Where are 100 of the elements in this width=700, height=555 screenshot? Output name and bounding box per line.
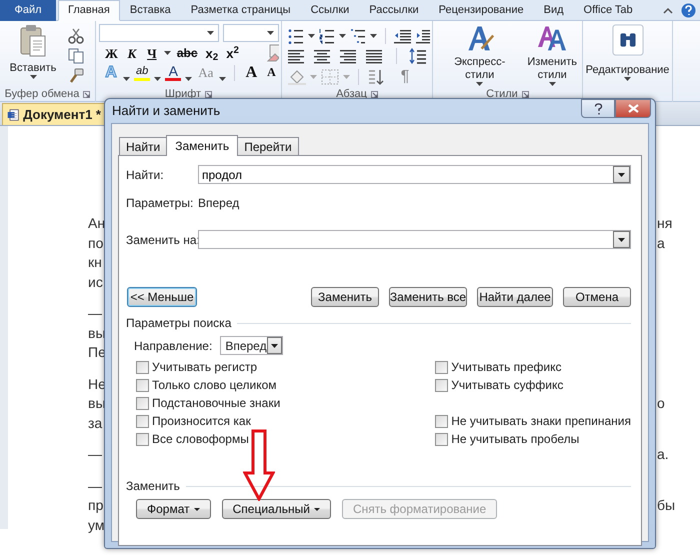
align-left-icon[interactable] <box>288 48 306 64</box>
checkbox[interactable] <box>435 414 448 428</box>
group-label: Абзац <box>336 87 367 102</box>
replace-field[interactable] <box>198 230 631 249</box>
checkbox[interactable] <box>435 432 448 446</box>
dialog-tab[interactable]: Заменить <box>166 135 238 156</box>
direction-select[interactable]: Вперед <box>220 336 284 355</box>
checkbox[interactable] <box>136 432 149 446</box>
document-text: — <box>88 305 102 321</box>
caret-icon <box>30 75 36 79</box>
dialog-tab[interactable]: Перейти <box>237 137 299 155</box>
document-text: бы <box>657 497 676 513</box>
document-text: — <box>88 446 102 462</box>
collapse-ribbon-icon[interactable] <box>663 7 673 14</box>
help-button[interactable] <box>581 99 615 118</box>
numbered-list-icon[interactable] <box>319 28 335 44</box>
dialog-button[interactable]: Найти далее <box>477 287 553 307</box>
ribbon-tab[interactable]: Разметка страницы <box>180 0 301 21</box>
caret-icon <box>310 74 317 78</box>
paste-button[interactable]: Вставить <box>2 24 64 87</box>
dialog-button[interactable]: Заменить <box>311 287 379 307</box>
caret-icon <box>476 82 484 86</box>
caret-icon <box>185 77 192 81</box>
styles-button[interactable]: Экспресс-стили <box>438 24 522 87</box>
caret-icon <box>308 34 315 38</box>
document-text: за <box>88 414 102 430</box>
bullet-list-icon[interactable] <box>288 28 304 44</box>
dropdown-arrow-icon <box>270 344 278 348</box>
format-button[interactable]: Ч <box>144 44 160 62</box>
dialog-launcher-icon[interactable] <box>522 91 529 98</box>
increase-indent-icon[interactable] <box>416 28 430 44</box>
paste-icon <box>19 24 47 58</box>
ribbon-tab[interactable]: Файл <box>0 0 56 21</box>
format-button[interactable]: Ж <box>103 44 120 62</box>
font-size-field[interactable] <box>223 24 279 42</box>
checkbox[interactable] <box>136 396 149 410</box>
checkbox[interactable] <box>136 360 149 374</box>
copy-icon[interactable] <box>68 48 84 64</box>
font-effect-button[interactable]: ab <box>134 65 150 81</box>
ribbon-tab[interactable]: Рецензирование <box>428 0 534 21</box>
decrease-indent-icon[interactable] <box>394 28 412 44</box>
dialog-launcher-icon[interactable] <box>370 91 378 98</box>
document-text: ум <box>88 516 104 532</box>
dropdown-button[interactable] <box>613 166 630 183</box>
dropdown-button[interactable] <box>613 231 630 248</box>
line-spacing-icon[interactable] <box>409 48 427 64</box>
checkbox[interactable] <box>136 378 149 392</box>
document-text: ис <box>88 274 103 290</box>
align-right-icon[interactable] <box>340 48 358 64</box>
checkbox[interactable] <box>435 378 448 392</box>
dropdown-arrow-icon <box>618 172 625 176</box>
caret-icon <box>207 31 214 35</box>
close-icon <box>628 104 638 113</box>
justify-icon[interactable] <box>366 48 384 64</box>
dialog-button[interactable]: Отмена <box>563 287 631 307</box>
document-text: а. <box>657 446 669 462</box>
align-center-icon[interactable] <box>314 48 332 64</box>
dialog-tab[interactable]: Найти <box>119 137 168 155</box>
close-button[interactable] <box>615 99 651 118</box>
ribbon-tab[interactable]: Office Tab <box>574 0 643 21</box>
dialog-button[interactable]: Специальный <box>222 499 331 519</box>
font-effect-button[interactable]: A <box>165 65 182 81</box>
find-field[interactable]: продол <box>198 165 631 184</box>
format-button[interactable]: К <box>124 44 140 62</box>
section-title: Заменить <box>126 478 180 495</box>
document-text: Ан <box>88 215 106 231</box>
editing-button[interactable]: Редактирование <box>585 24 670 87</box>
dropdown-button[interactable] <box>266 337 282 354</box>
checkbox[interactable] <box>136 414 149 428</box>
dialog-button[interactable]: Заменить все <box>389 287 467 307</box>
format-button[interactable]: abc <box>174 44 200 62</box>
help-icon[interactable] <box>681 3 696 18</box>
ribbon-tab[interactable]: Ссылки <box>300 0 360 21</box>
document-tab[interactable]: Документ1 * <box>2 103 106 125</box>
ribbon-tab[interactable]: Рассылки <box>359 0 429 21</box>
dialog-launcher-icon[interactable] <box>205 91 212 98</box>
checkbox[interactable] <box>435 360 448 374</box>
cut-icon[interactable] <box>68 28 84 44</box>
shading-icon[interactable] <box>288 68 306 84</box>
dialog-button[interactable]: Формат <box>136 499 211 519</box>
font-effect-button[interactable]: A <box>263 64 279 81</box>
caret-icon <box>219 77 226 81</box>
dialog-button[interactable]: << Меньше <box>127 287 197 307</box>
caret-icon <box>154 77 162 81</box>
checkbox-label: Не учитывать знаки препинания <box>451 413 631 430</box>
group-label: Буфер обмена <box>4 87 80 102</box>
format-painter-icon[interactable] <box>68 68 84 84</box>
ribbon-tab[interactable]: Вид <box>534 0 574 21</box>
font-name-field[interactable] <box>99 24 219 42</box>
ribbon-tab[interactable]: Главная <box>58 0 120 21</box>
sort-icon[interactable] <box>367 68 385 84</box>
styles-button[interactable]: Изменить стили <box>524 24 580 87</box>
group-label: Стили <box>486 87 518 102</box>
format-button[interactable]: x$_{2}$ <box>204 44 220 62</box>
dialog-launcher-icon[interactable] <box>83 91 90 98</box>
font-effect-button[interactable]: A <box>243 64 260 81</box>
ribbon-tab[interactable]: Вставка <box>120 0 181 21</box>
format-button[interactable]: x$^{2}$ <box>224 44 241 62</box>
field-label: Направление: <box>134 338 212 354</box>
multilevel-list-icon[interactable] <box>350 28 366 44</box>
